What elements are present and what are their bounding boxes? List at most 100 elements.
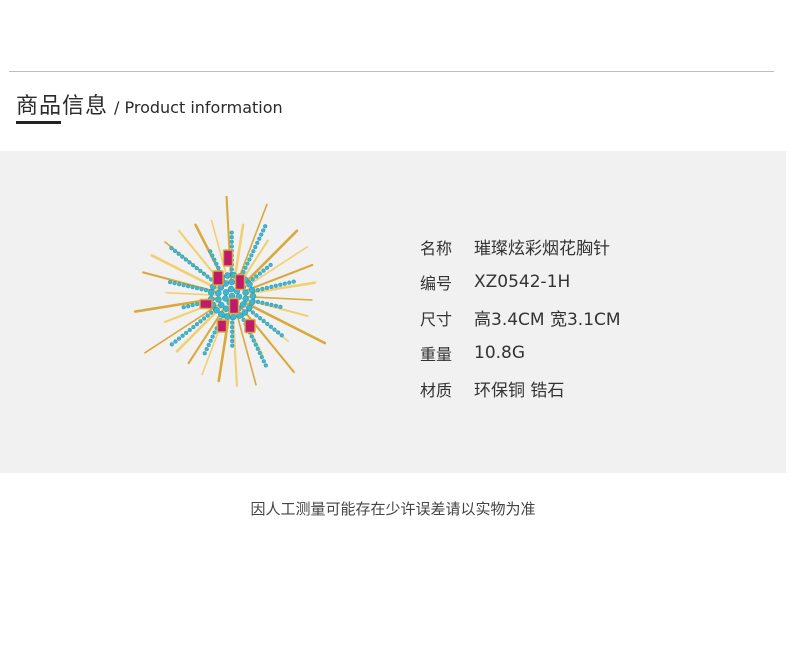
turquoise-bead (254, 274, 259, 279)
turquoise-bead (213, 306, 220, 314)
turquoise-bead (259, 355, 264, 360)
gold-ray (243, 301, 327, 345)
turquoise-bead (261, 318, 266, 324)
turquoise-bead (203, 288, 209, 293)
magenta-stone (228, 297, 240, 315)
turquoise-bead (172, 281, 177, 286)
turquoise-bead (230, 313, 237, 321)
turquoise-bead (276, 330, 281, 335)
turquoise-bead (215, 296, 222, 303)
spec-list: 名称 璀璨炫彩烟花胸针 编号 XZ0542-1H 尺寸 高3.4CM 宽3.1C… (420, 229, 621, 407)
spec-row-name: 名称 璀璨炫彩烟花胸针 (420, 229, 621, 265)
magenta-stone (199, 298, 213, 310)
turquoise-bead (263, 363, 268, 368)
turquoise-bead (191, 324, 196, 330)
turquoise-bead (264, 285, 269, 290)
product-panel (0, 151, 786, 473)
turquoise-bead (198, 319, 203, 324)
turquoise-bead (202, 316, 207, 321)
section-title-cn: 商品信息 (16, 94, 109, 119)
turquoise-bead (263, 224, 268, 229)
spec-value: 10.8G (474, 343, 526, 364)
turquoise-bead (272, 327, 277, 332)
turquoise-bead (255, 299, 261, 304)
spec-row-material: 材质 环保铜 锆石 (420, 371, 621, 407)
turquoise-bead (229, 230, 234, 235)
turquoise-bead (249, 334, 254, 339)
turquoise-bead (246, 304, 253, 312)
turquoise-bead (212, 257, 217, 262)
turquoise-bead (253, 342, 258, 347)
turquoise-bead (172, 248, 178, 254)
turquoise-bead (205, 313, 210, 318)
section-title-en: / Product information (114, 98, 283, 117)
spec-label: 材质 (420, 380, 453, 400)
turquoise-bead (230, 338, 235, 344)
spec-label: 尺寸 (420, 309, 453, 329)
turquoise-bead (185, 284, 191, 289)
turquoise-bead (229, 235, 234, 240)
turquoise-bead (176, 336, 182, 341)
turquoise-bead (208, 249, 213, 254)
turquoise-bead (268, 324, 274, 329)
turquoise-bead (180, 254, 185, 259)
turquoise-bead (261, 268, 266, 273)
magenta-stone (212, 270, 224, 286)
turquoise-bead (229, 239, 234, 244)
turquoise-bead (239, 301, 247, 308)
turquoise-bead (210, 334, 215, 339)
turquoise-bead (230, 320, 235, 325)
turquoise-bead (187, 327, 192, 333)
spec-row-size: 尺寸 高3.4CM 宽3.1CM (420, 300, 621, 336)
turquoise-bead (181, 305, 186, 310)
turquoise-bead (243, 265, 248, 270)
turquoise-bead (204, 346, 209, 352)
turquoise-bead (242, 289, 249, 296)
turquoise-bead (205, 274, 210, 279)
spec-value: 璀璨炫彩烟花胸针 (474, 239, 610, 260)
turquoise-bead (181, 283, 186, 288)
turquoise-bead (241, 309, 249, 316)
magenta-stone (222, 249, 234, 267)
turquoise-bead (229, 267, 234, 272)
turquoise-bead (268, 262, 273, 268)
turquoise-bead (208, 338, 213, 343)
turquoise-bead (260, 286, 265, 292)
turquoise-bead (257, 236, 262, 241)
spec-row-weight: 重量 10.8G (420, 336, 621, 372)
turquoise-bead (260, 300, 265, 305)
turquoise-bead (250, 277, 255, 282)
turquoise-bead (177, 282, 182, 287)
turquoise-bead (168, 280, 173, 285)
turquoise-bead (265, 321, 270, 327)
turquoise-bead (217, 301, 225, 309)
turquoise-bead (173, 339, 178, 344)
turquoise-bead (241, 269, 246, 275)
turquoise-bead (247, 257, 252, 262)
turquoise-bead (273, 303, 279, 308)
spec-label: 名称 (420, 238, 453, 258)
turquoise-bead (230, 343, 235, 348)
turquoise-bead (245, 261, 250, 266)
turquoise-bead (255, 346, 260, 351)
turquoise-bead (291, 279, 296, 284)
turquoise-bead (255, 287, 261, 293)
turquoise-bead (261, 228, 266, 233)
spec-label: 重量 (420, 345, 453, 365)
turquoise-bead (251, 249, 256, 254)
turquoise-bead (187, 260, 192, 265)
turquoise-bead (214, 261, 219, 266)
turquoise-bead (269, 284, 274, 289)
product-image-brooch (133, 196, 327, 387)
magenta-stone (234, 273, 246, 291)
turquoise-bead (201, 271, 207, 276)
spec-row-code: 编号 XZ0542-1H (420, 265, 621, 301)
turquoise-bead (248, 299, 256, 306)
turquoise-bead (180, 333, 185, 338)
turquoise-bead (248, 286, 256, 294)
turquoise-bead (208, 289, 215, 296)
turquoise-bead (279, 333, 284, 338)
turquoise-bead (230, 334, 235, 339)
turquoise-bead (202, 351, 207, 356)
turquoise-bead (282, 281, 287, 286)
